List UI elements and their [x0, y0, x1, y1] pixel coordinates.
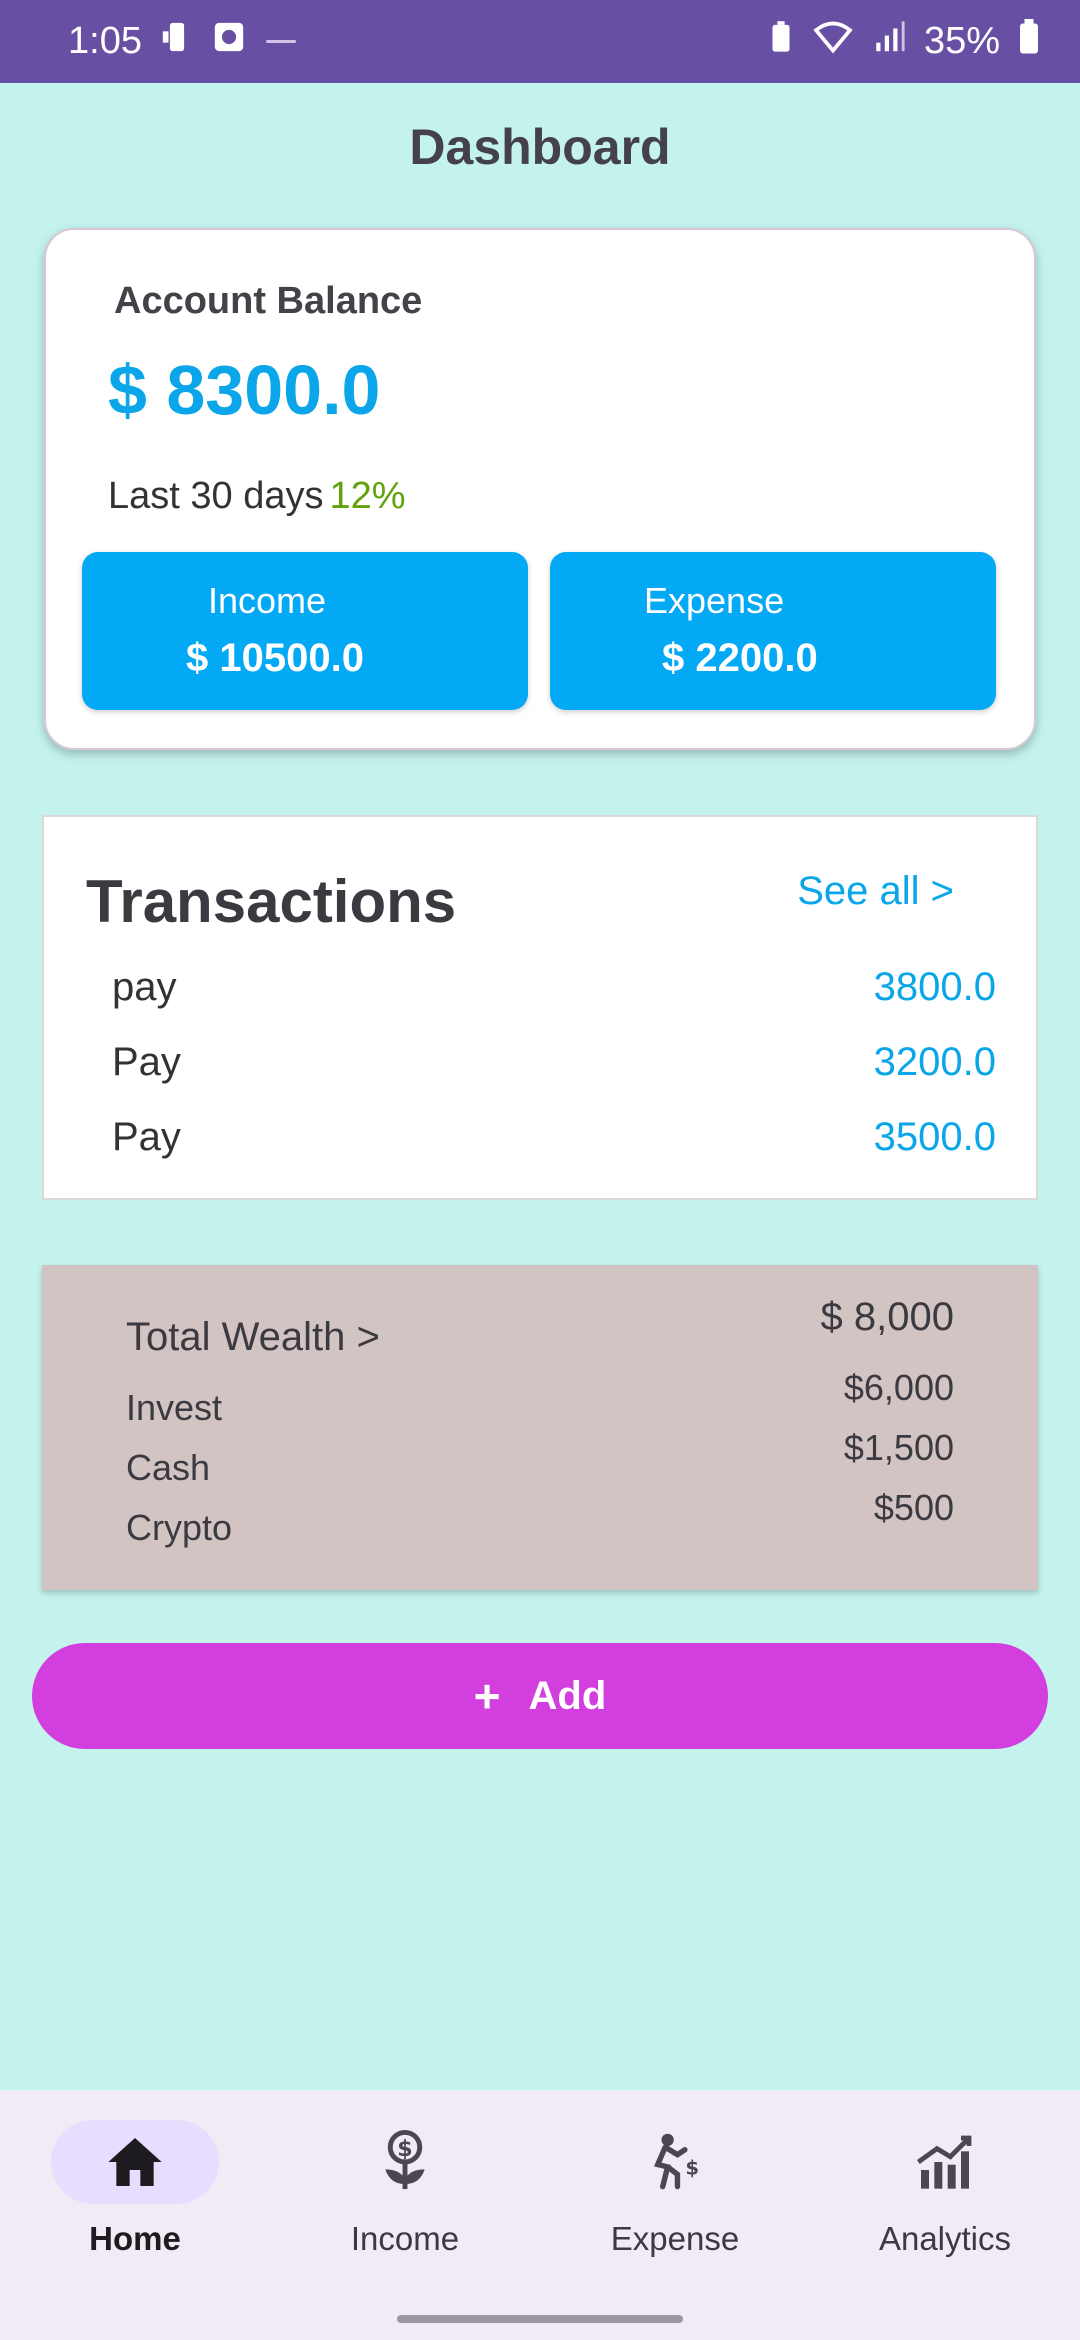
battery-percent: 35%: [923, 20, 1000, 62]
nav-label-home: Home: [89, 2220, 181, 2257]
svg-text:$: $: [685, 2156, 699, 2179]
nav-label-income: Income: [350, 2220, 460, 2257]
income-label: Income: [208, 580, 327, 621]
page-title: Dashboard: [409, 119, 671, 175]
income-summary-button[interactable]: Income $ 10500.0: [82, 552, 528, 710]
signal-icon: [872, 20, 906, 64]
balance-change: 12%: [329, 475, 406, 517]
nav-item-income[interactable]: $ Income: [270, 2120, 540, 2270]
expense-summary-button[interactable]: Expense $ 2200.0: [550, 552, 996, 710]
notification-icon: [212, 20, 246, 64]
wealth-item-label: Cash: [126, 1447, 211, 1488]
transaction-name: Pay: [112, 1039, 181, 1084]
transaction-amount: 3500.0: [873, 1114, 996, 1159]
plus-icon: +: [473, 1670, 501, 1722]
expense-label: Expense: [644, 580, 785, 621]
phone-sync-icon: [160, 20, 194, 64]
status-bar: 1:05 35%: [0, 0, 1080, 83]
transaction-row[interactable]: Pay 3500.0: [112, 1107, 996, 1167]
transaction-row[interactable]: pay 3800.0: [112, 957, 996, 1017]
wealth-item-label: Invest: [126, 1387, 223, 1428]
link-icon: [264, 25, 298, 59]
see-all-link[interactable]: See all >: [797, 869, 954, 914]
status-time: 1:05: [68, 20, 142, 62]
wifi-icon: [812, 20, 854, 64]
wealth-item-label: Crypto: [126, 1507, 233, 1548]
wealth-card: Total Wealth > $ 8,000 Invest $6,000 Cas…: [42, 1265, 1038, 1590]
income-icon: $: [321, 2120, 489, 2204]
add-button[interactable]: + Add: [32, 1643, 1048, 1749]
balance-label: Account Balance: [114, 280, 423, 322]
balance-card: Account Balance $ 8300.0 Last 30 days 12%…: [44, 228, 1036, 750]
transaction-name: Pay: [112, 1114, 181, 1159]
transaction-amount: 3200.0: [873, 1039, 996, 1084]
home-indicator[interactable]: [397, 2315, 683, 2323]
total-wealth-value: $ 8,000: [820, 1295, 954, 1339]
expense-icon: $: [591, 2120, 759, 2204]
expense-value: $ 2200.0: [662, 636, 818, 680]
transaction-name: pay: [112, 964, 177, 1009]
battery-icon: [1018, 18, 1040, 65]
status-left: 1:05: [68, 20, 298, 64]
transactions-title: Transactions: [86, 868, 457, 935]
home-icon: [51, 2120, 219, 2204]
nav-label-analytics: Analytics: [878, 2220, 1012, 2257]
transactions-card: Transactions See all > pay 3800.0 Pay 32…: [42, 815, 1038, 1200]
period-label: Last 30 days: [108, 475, 324, 517]
transaction-amount: 3800.0: [873, 964, 996, 1009]
wealth-item-value: $1,500: [843, 1427, 954, 1468]
wealth-item-value: $6,000: [843, 1367, 954, 1408]
balance-period: Last 30 days 12%: [108, 475, 406, 518]
nav-item-expense[interactable]: $ Expense: [540, 2120, 810, 2270]
transaction-row[interactable]: Pay 3200.0: [112, 1032, 996, 1092]
wealth-item-value: $500: [873, 1487, 954, 1528]
bottom-nav: Home $ Income $ Expense Analytics: [0, 2090, 1080, 2340]
total-wealth-link[interactable]: Total Wealth >: [126, 1315, 380, 1360]
nav-label-expense: Expense: [610, 2220, 740, 2257]
nav-item-analytics[interactable]: Analytics: [810, 2120, 1080, 2270]
add-button-label: Add: [528, 1673, 607, 1718]
battery-saver-icon: [768, 20, 794, 64]
svg-text:$: $: [397, 2136, 412, 2162]
nav-item-home[interactable]: Home: [0, 2120, 270, 2270]
status-right: 35%: [768, 18, 1040, 65]
income-value: $ 10500.0: [186, 636, 364, 680]
analytics-icon: [861, 2120, 1029, 2204]
balance-amount: $ 8300.0: [108, 351, 381, 429]
